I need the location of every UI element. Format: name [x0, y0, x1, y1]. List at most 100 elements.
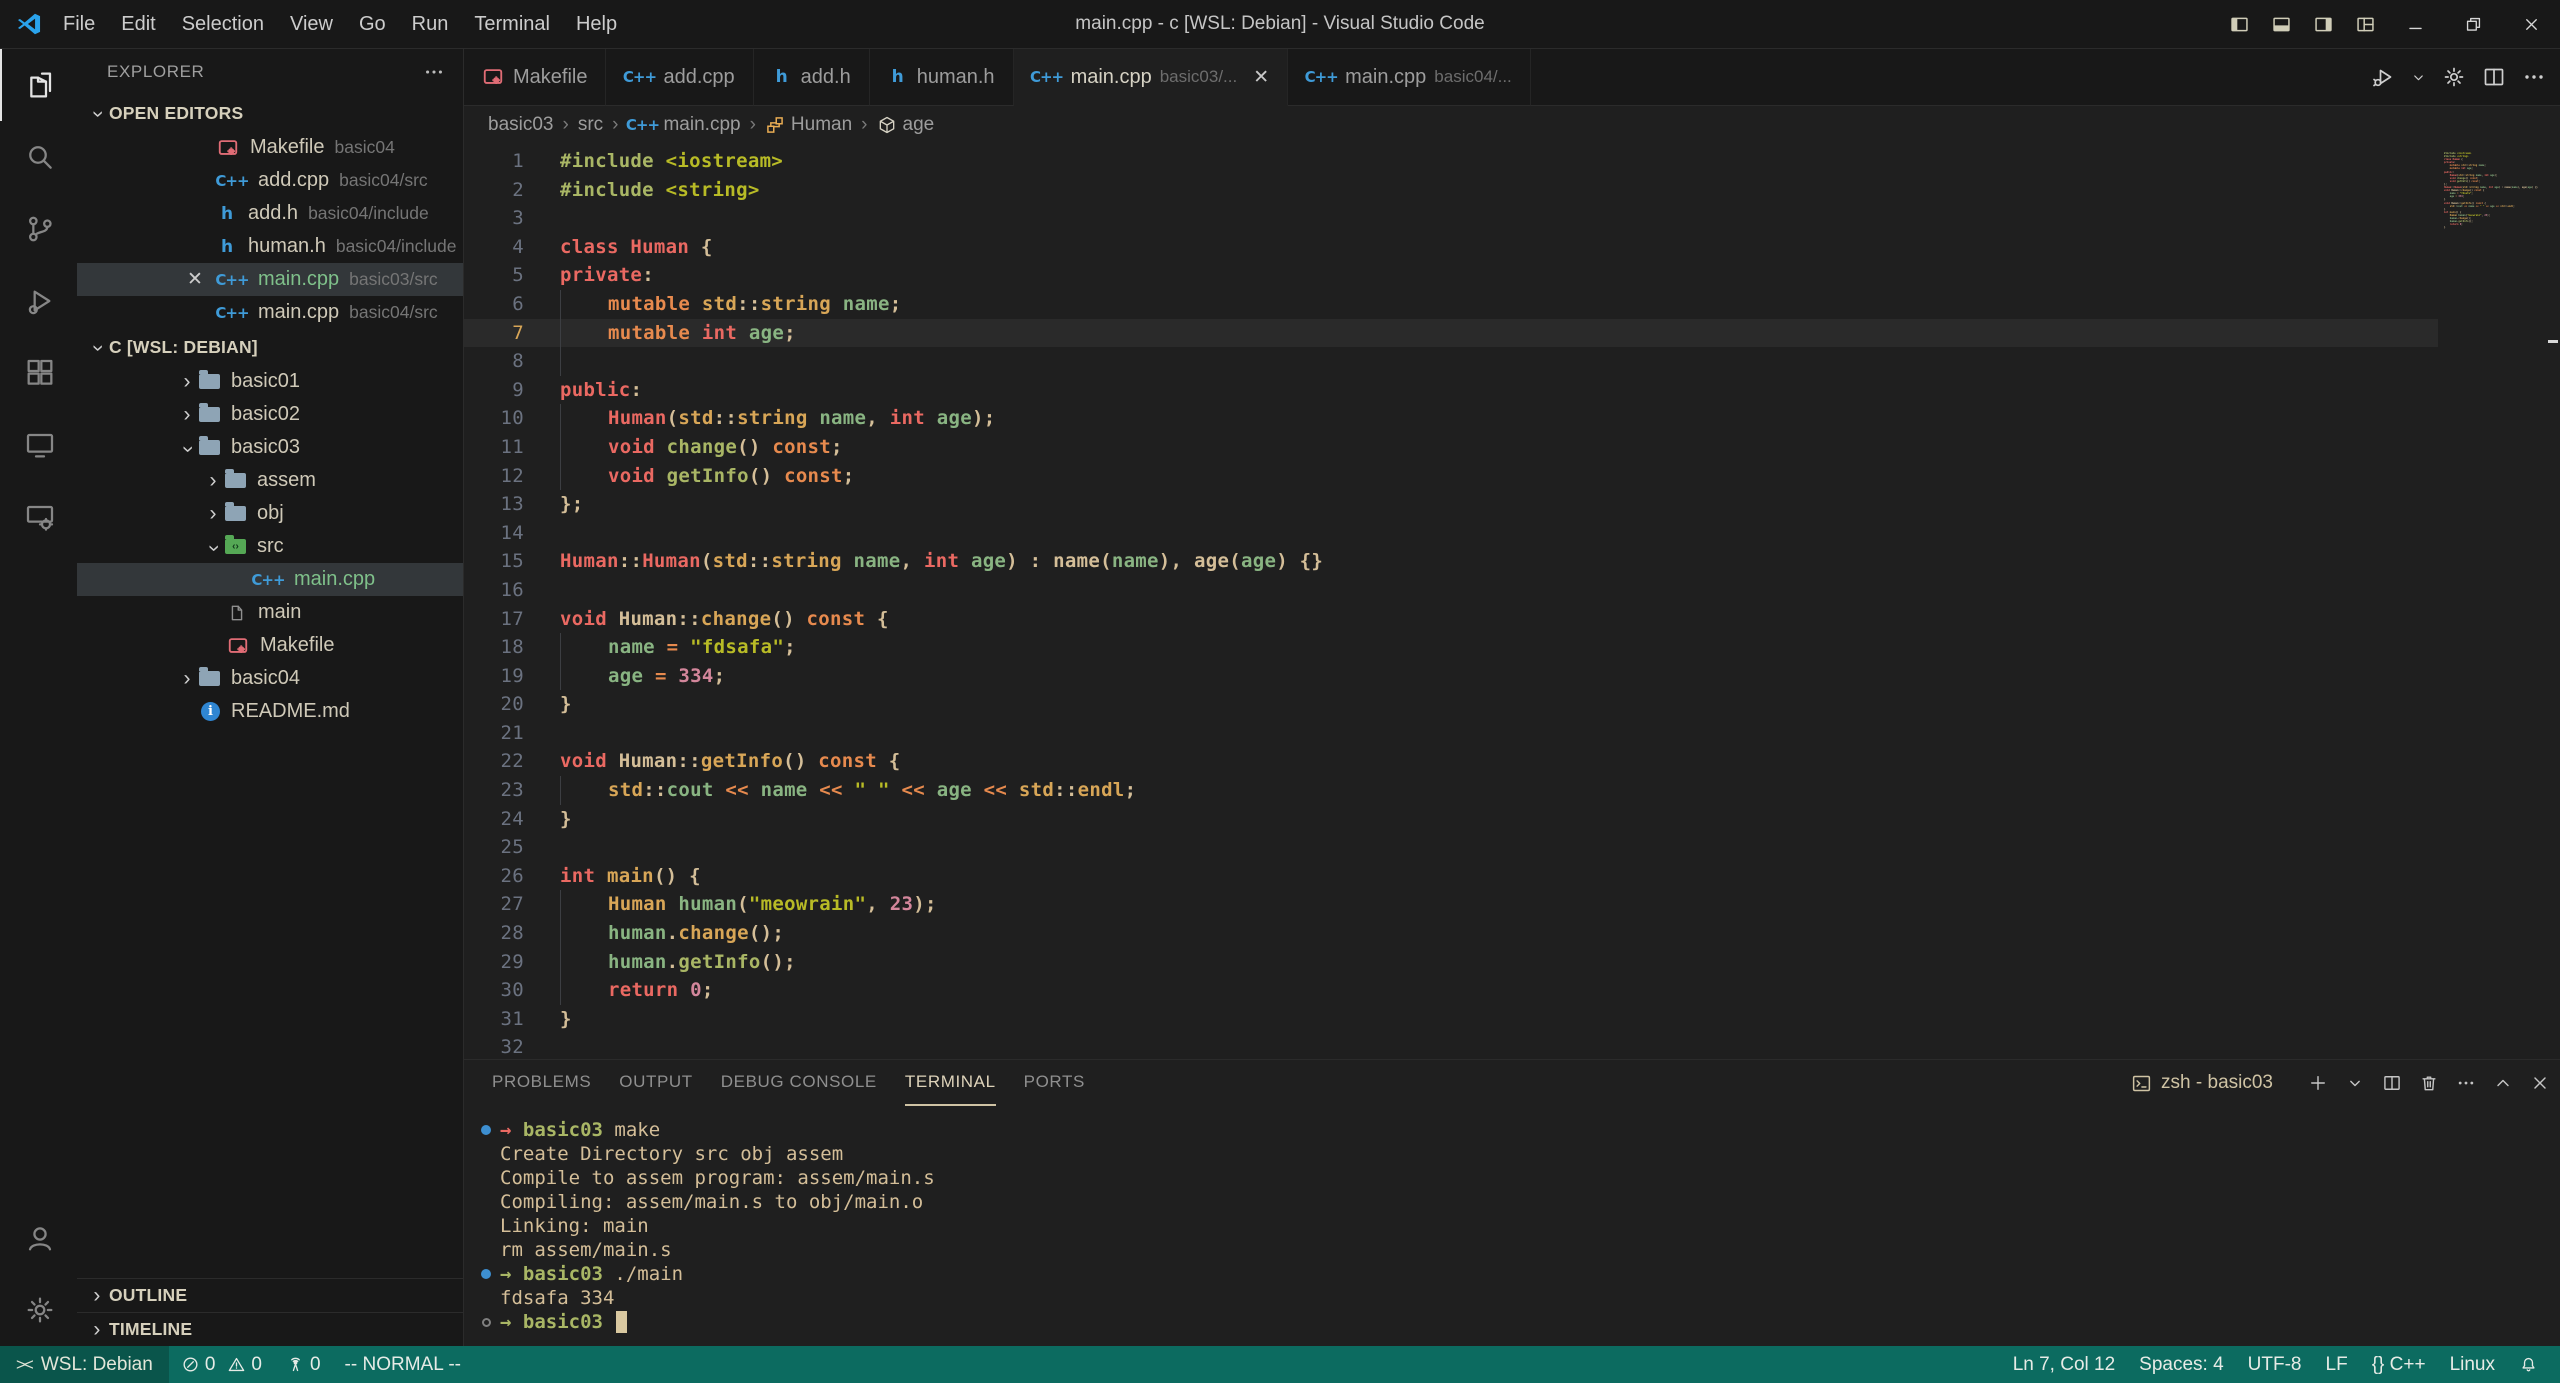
status-cursor-position[interactable]: Ln 7, Col 12	[2001, 1346, 2127, 1383]
open-editor-main.cpp[interactable]: C++main.cppbasic04/src	[77, 296, 463, 329]
code-line-32[interactable]: 32	[464, 1033, 2560, 1059]
tab-add.cpp[interactable]: C++add.cpp	[606, 49, 753, 106]
close-editor-icon[interactable]: ✕	[187, 268, 203, 291]
tree-item-main.cpp[interactable]: C++main.cpp	[77, 563, 463, 596]
breadcrumb-src[interactable]: src	[578, 114, 603, 136]
open-editor-add.h[interactable]: hadd.hbasic04/include	[77, 197, 463, 230]
close-panel-icon[interactable]	[2530, 1073, 2550, 1093]
tree-item-basic01[interactable]: ›basic01	[77, 365, 463, 398]
menu-edit[interactable]: Edit	[108, 0, 168, 48]
status-encoding[interactable]: UTF-8	[2236, 1346, 2314, 1383]
activity-accounts-icon[interactable]	[0, 1202, 77, 1274]
activity-run-and-debug-icon[interactable]	[0, 265, 77, 337]
menu-file[interactable]: File	[50, 0, 108, 48]
tab-main.cpp-basic03[interactable]: C++main.cppbasic03/...✕	[1014, 49, 1289, 106]
code-line-12[interactable]: 12 void getInfo() const;	[464, 462, 2560, 491]
code-line-15[interactable]: 15Human::Human(std::string name, int age…	[464, 547, 2560, 576]
maximize-panel-icon[interactable]	[2493, 1073, 2513, 1093]
code-line-7[interactable]: 7 mutable int age;	[464, 319, 2560, 348]
code-line-11[interactable]: 11 void change() const;	[464, 433, 2560, 462]
panel-tab-terminal[interactable]: TERMINAL	[905, 1060, 996, 1106]
toggle-panel-icon[interactable]	[2260, 0, 2302, 48]
terminal-instance[interactable]: zsh - basic03	[2131, 1072, 2273, 1094]
tree-item-basic03[interactable]: ›basic03	[77, 431, 463, 464]
code-line-9[interactable]: 9public:	[464, 376, 2560, 405]
panel-tab-output[interactable]: OUTPUT	[619, 1060, 692, 1106]
minimap[interactable]: #include <iostream>#include <string>clas…	[2438, 144, 2546, 1059]
tree-item-src[interactable]: ›‹›src	[77, 530, 463, 563]
panel-tab-ports[interactable]: PORTS	[1024, 1060, 1085, 1106]
menu-help[interactable]: Help	[563, 0, 630, 48]
menu-run[interactable]: Run	[399, 0, 462, 48]
tree-item-assem[interactable]: ›assem	[77, 464, 463, 497]
code-line-4[interactable]: 4class Human {	[464, 233, 2560, 262]
code-line-17[interactable]: 17void Human::change() const {	[464, 605, 2560, 634]
code-line-14[interactable]: 14	[464, 519, 2560, 548]
code-editor[interactable]: 1#include <iostream>2#include <string>34…	[464, 144, 2560, 1059]
activity-extensions-icon[interactable]	[0, 337, 77, 409]
activity-explorer-icon[interactable]	[0, 49, 77, 121]
open-editor-main.cpp[interactable]: ✕C++main.cppbasic03/src	[77, 263, 463, 296]
tree-item-obj[interactable]: ›obj	[77, 497, 463, 530]
kill-terminal-icon[interactable]	[2419, 1073, 2439, 1093]
tree-item-Makefile[interactable]: Makefile	[77, 629, 463, 662]
code-line-22[interactable]: 22void Human::getInfo() const {	[464, 747, 2560, 776]
status-problems[interactable]: 00	[169, 1346, 274, 1383]
code-line-20[interactable]: 20}	[464, 690, 2560, 719]
menu-view[interactable]: View	[277, 0, 346, 48]
split-editor-icon[interactable]	[2482, 65, 2506, 89]
toggle-secondary-sidebar-icon[interactable]	[2302, 0, 2344, 48]
breadcrumb-maincpp[interactable]: C++main.cpp	[627, 114, 740, 136]
code-line-31[interactable]: 31}	[464, 1005, 2560, 1034]
breadcrumb-basic03[interactable]: basic03	[488, 114, 554, 136]
explorer-more-actions-icon[interactable]	[423, 61, 445, 83]
open-editor-Makefile[interactable]: Makefilebasic04	[77, 131, 463, 164]
tree-item-README.md[interactable]: iREADME.md	[77, 695, 463, 728]
breadcrumb-age[interactable]: age	[877, 114, 935, 136]
code-line-8[interactable]: 8	[464, 347, 2560, 376]
code-line-27[interactable]: 27 Human human("meowrain", 23);	[464, 890, 2560, 919]
code-line-23[interactable]: 23 std::cout << name << " " << age << st…	[464, 776, 2560, 805]
code-line-5[interactable]: 5private:	[464, 261, 2560, 290]
tab-human.h[interactable]: hhuman.h	[870, 49, 1014, 106]
tab-add.h[interactable]: hadd.h	[754, 49, 870, 106]
customize-layout-icon[interactable]	[2344, 0, 2386, 48]
code-line-2[interactable]: 2#include <string>	[464, 176, 2560, 205]
open-editor-human.h[interactable]: hhuman.hbasic04/include	[77, 230, 463, 263]
window-close-button[interactable]	[2502, 0, 2560, 48]
tree-item-main[interactable]: main	[77, 596, 463, 629]
remote-indicator[interactable]: ><WSL: Debian	[0, 1346, 169, 1383]
run-or-debug-icon[interactable]	[2371, 65, 2395, 89]
launch-profile-dropdown-icon[interactable]	[2345, 1073, 2365, 1093]
code-line-10[interactable]: 10 Human(std::string name, int age);	[464, 404, 2560, 433]
window-restore-button[interactable]	[2444, 0, 2502, 48]
code-line-29[interactable]: 29 human.getInfo();	[464, 948, 2560, 977]
settings-gear-icon[interactable]	[2442, 65, 2466, 89]
tree-item-basic02[interactable]: ›basic02	[77, 398, 463, 431]
outline-section[interactable]: › OUTLINE	[77, 1278, 463, 1312]
code-line-1[interactable]: 1#include <iostream>	[464, 147, 2560, 176]
tree-item-basic04[interactable]: ›basic04	[77, 662, 463, 695]
panel-tab-debug-console[interactable]: DEBUG CONSOLE	[721, 1060, 877, 1106]
breadcrumb-human[interactable]: Human	[765, 114, 852, 136]
code-line-28[interactable]: 28 human.change();	[464, 919, 2560, 948]
code-line-21[interactable]: 21	[464, 719, 2560, 748]
close-tab-icon[interactable]: ✕	[1253, 66, 1269, 89]
terminal[interactable]: → basic03 makeCreate Directory src obj a…	[464, 1106, 2560, 1334]
status-forwarded-ports[interactable]: 0	[274, 1346, 333, 1383]
timeline-section[interactable]: › TIMELINE	[77, 1312, 463, 1346]
workspace-header[interactable]: › C [WSL: DEBIAN]	[77, 329, 463, 365]
run-dropdown-icon[interactable]	[2411, 70, 2426, 85]
status-indentation[interactable]: Spaces: 4	[2127, 1346, 2236, 1383]
code-line-19[interactable]: 19 age = 334;	[464, 662, 2560, 691]
menu-selection[interactable]: Selection	[169, 0, 277, 48]
code-line-30[interactable]: 30 return 0;	[464, 976, 2560, 1005]
new-terminal-icon[interactable]	[2308, 1073, 2328, 1093]
code-line-24[interactable]: 24}	[464, 805, 2560, 834]
status-notifications[interactable]	[2507, 1346, 2550, 1383]
code-line-18[interactable]: 18 name = "fdsafa";	[464, 633, 2560, 662]
code-line-16[interactable]: 16	[464, 576, 2560, 605]
activity-search-icon[interactable]	[0, 121, 77, 193]
code-line-6[interactable]: 6 mutable std::string name;	[464, 290, 2560, 319]
window-minimize-button[interactable]	[2386, 0, 2444, 48]
